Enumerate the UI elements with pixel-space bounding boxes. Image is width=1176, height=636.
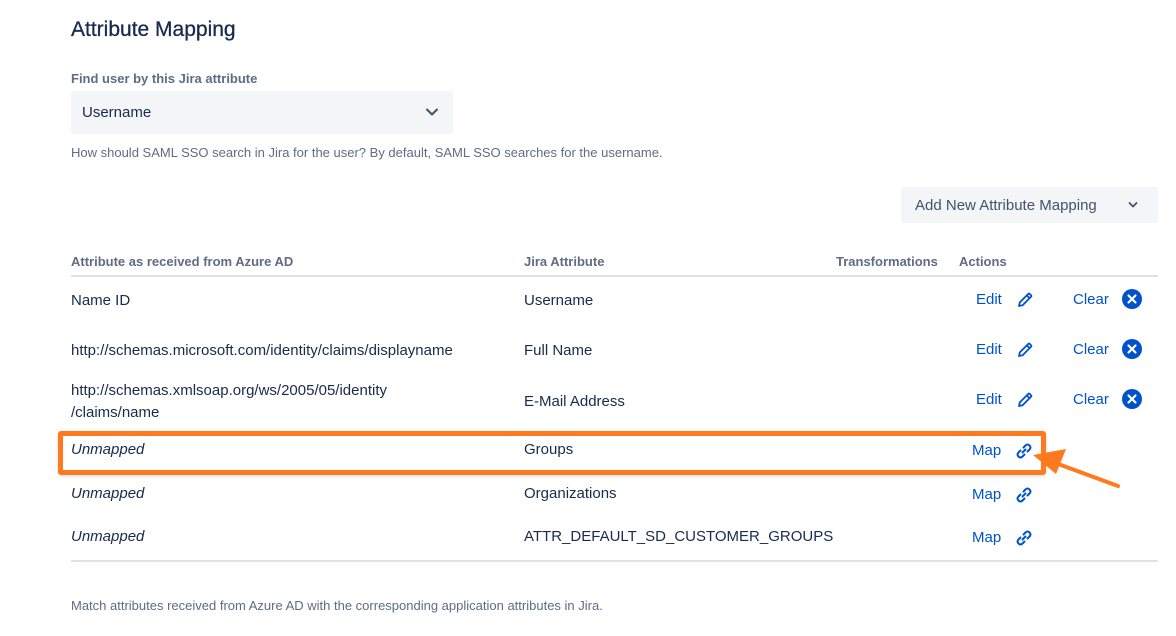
edit-button[interactable]: Edit <box>976 391 1002 408</box>
column-header-jira-attribute: Jira Attribute <box>524 254 605 269</box>
jira-attribute: Username <box>524 292 594 309</box>
find-user-selected-value: Username <box>82 104 152 121</box>
table-bottom-divider <box>71 560 1158 562</box>
column-header-actions: Actions <box>959 254 1007 269</box>
table-header-divider <box>71 275 1158 277</box>
link-icon[interactable] <box>1014 528 1034 548</box>
source-attribute: http://schemas.microsoft.com/identity/cl… <box>71 342 453 359</box>
jira-attribute: Full Name <box>524 342 593 359</box>
arrow-annotation-icon <box>1033 449 1120 488</box>
jira-attribute: Organizations <box>524 485 617 502</box>
footer-help-text: Match attributes received from Azure AD … <box>71 598 603 613</box>
find-user-select[interactable]: Username <box>71 91 453 134</box>
edit-button[interactable]: Edit <box>976 341 1002 358</box>
add-attribute-mapping-label: Add New Attribute Mapping <box>915 196 1097 214</box>
jira-attribute: E-Mail Address <box>524 393 625 410</box>
close-circle-icon[interactable] <box>1122 289 1142 309</box>
clear-button[interactable]: Clear <box>1073 291 1109 308</box>
source-attribute-line-1: http://schemas.xmlsoap.org/ws/2005/05/id… <box>71 382 387 399</box>
highlight-box-annotation <box>58 431 1046 475</box>
column-header-source: Attribute as received from Azure AD <box>71 254 294 269</box>
map-button[interactable]: Map <box>972 486 1001 503</box>
pencil-icon[interactable] <box>1015 340 1035 360</box>
find-user-label: Find user by this Jira attribute <box>71 71 258 86</box>
close-circle-icon[interactable] <box>1122 389 1142 409</box>
clear-button[interactable]: Clear <box>1073 391 1109 408</box>
page-title: Attribute Mapping <box>71 18 236 41</box>
source-attribute: Unmapped <box>71 528 145 545</box>
chevron-down-icon <box>426 108 438 116</box>
source-attribute: Unmapped <box>71 485 145 502</box>
column-header-transformations: Transformations <box>836 254 938 269</box>
pencil-icon[interactable] <box>1015 290 1035 310</box>
source-attribute: Name ID <box>71 292 131 309</box>
clear-button[interactable]: Clear <box>1073 341 1109 358</box>
find-user-help-text: How should SAML SSO search in Jira for t… <box>71 145 663 160</box>
map-button[interactable]: Map <box>972 529 1001 546</box>
edit-button[interactable]: Edit <box>976 291 1002 308</box>
close-circle-icon[interactable] <box>1122 339 1142 359</box>
pencil-icon[interactable] <box>1015 390 1035 410</box>
add-attribute-mapping-button[interactable]: Add New Attribute Mapping <box>901 187 1158 223</box>
source-attribute-line-2: /claims/name <box>71 404 160 421</box>
chevron-down-icon <box>1128 202 1138 208</box>
jira-attribute: ATTR_DEFAULT_SD_CUSTOMER_GROUPS <box>524 528 834 545</box>
